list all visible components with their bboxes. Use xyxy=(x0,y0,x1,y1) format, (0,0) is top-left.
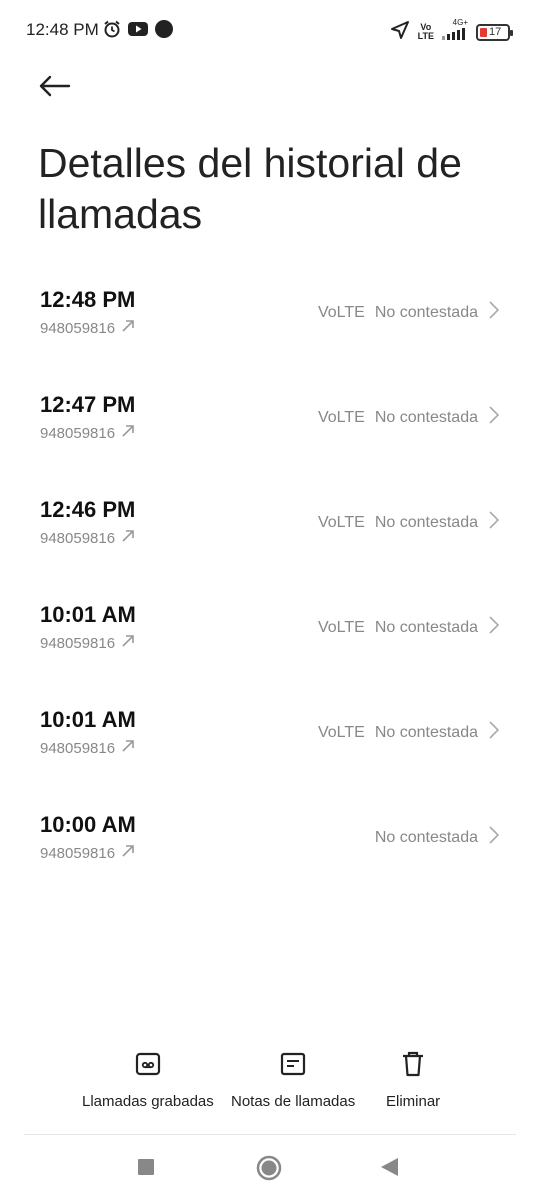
location-arrow-icon xyxy=(390,20,410,45)
youtube-icon xyxy=(128,21,148,42)
call-row[interactable]: 10:01 AM 948059816 VoLTE No contestada xyxy=(0,590,540,695)
notes-icon xyxy=(279,1050,307,1083)
call-number-line: 948059816 xyxy=(40,529,135,547)
call-details: VoLTE No contestada xyxy=(318,300,500,325)
outgoing-arrow-icon xyxy=(121,424,135,442)
call-number-line: 948059816 xyxy=(40,634,135,652)
call-number-line: 948059816 xyxy=(40,844,135,862)
recorded-calls-button[interactable]: Llamadas grabadas xyxy=(82,1050,214,1110)
volte-indicator: Vo LTE xyxy=(418,23,434,41)
recorded-calls-label: Llamadas grabadas xyxy=(82,1093,214,1110)
call-row[interactable]: 10:00 AM 948059816 No contestada xyxy=(0,800,540,905)
circle-icon xyxy=(255,1154,283,1187)
status-time: 12:48 PM xyxy=(26,20,99,39)
call-network: VoLTE xyxy=(317,618,365,636)
signal-icon xyxy=(442,27,468,45)
chevron-right-icon xyxy=(488,300,500,325)
call-details: VoLTE No contestada xyxy=(318,510,500,535)
call-number: 948059816 xyxy=(40,634,116,652)
delete-label: Eliminar xyxy=(386,1093,441,1110)
call-details: No contestada xyxy=(365,825,500,850)
chevron-right-icon xyxy=(488,510,500,535)
call-time: 10:01 AM xyxy=(40,602,136,627)
call-network: VoLTE xyxy=(317,513,365,531)
call-number: 948059816 xyxy=(40,529,116,547)
outgoing-arrow-icon xyxy=(121,739,135,757)
alarm-icon xyxy=(102,19,122,44)
trash-icon xyxy=(399,1050,427,1083)
square-icon xyxy=(135,1154,157,1185)
divider xyxy=(24,1134,516,1135)
outgoing-arrow-icon xyxy=(121,529,135,547)
battery-icon: 17 xyxy=(476,23,513,41)
battery-level xyxy=(480,27,487,37)
call-network: VoLTE xyxy=(317,408,365,426)
call-status: No contestada xyxy=(374,513,478,531)
call-status: No contestada xyxy=(374,303,478,321)
call-details: VoLTE No contestada xyxy=(318,720,500,745)
call-time: 10:01 AM xyxy=(40,707,136,732)
call-list: 12:48 PM 948059816 VoLTE No contestada 1… xyxy=(0,275,540,905)
call-row[interactable]: 10:01 AM 948059816 VoLTE No contestada xyxy=(0,695,540,800)
call-status: No contestada xyxy=(374,723,478,741)
recording-icon xyxy=(134,1050,162,1083)
battery-text: 17 xyxy=(489,26,502,38)
call-number: 948059816 xyxy=(40,844,116,862)
call-time: 12:47 PM xyxy=(40,392,136,417)
call-number-line: 948059816 xyxy=(40,424,135,442)
call-time: 12:48 PM xyxy=(40,287,136,312)
call-row[interactable]: 12:48 PM 948059816 VoLTE No contestada xyxy=(0,275,540,380)
dot-icon xyxy=(154,19,174,44)
call-status: No contestada xyxy=(374,618,478,636)
call-network: VoLTE xyxy=(317,303,365,321)
call-status: No contestada xyxy=(374,828,478,846)
call-number-line: 948059816 xyxy=(40,739,135,757)
call-network: VoLTE xyxy=(317,723,365,741)
back-button[interactable] xyxy=(36,70,72,106)
call-status: No contestada xyxy=(374,408,478,426)
call-number-line: 948059816 xyxy=(40,319,135,337)
status-right-icons: Vo LTE 4G+ 17 xyxy=(390,19,513,45)
chevron-right-icon xyxy=(488,615,500,640)
chevron-right-icon xyxy=(488,825,500,850)
back-nav-button[interactable] xyxy=(378,1154,400,1185)
volte-bottom-label: LTE xyxy=(417,31,434,41)
bottom-actions: Llamadas grabadas Notas de llamadas Elim… xyxy=(0,1050,540,1120)
recents-button[interactable] xyxy=(135,1154,157,1185)
call-number: 948059816 xyxy=(40,424,116,442)
call-row[interactable]: 12:46 PM 948059816 VoLTE No contestada xyxy=(0,485,540,590)
chevron-right-icon xyxy=(488,720,500,745)
call-time: 12:46 PM xyxy=(40,497,136,522)
call-details: VoLTE No contestada xyxy=(318,615,500,640)
status-bar: 12:48 PM Vo LTE 4G+ 17 xyxy=(0,0,540,60)
call-notes-label: Notas de llamadas xyxy=(231,1093,356,1110)
signal-type-label: 4G+ xyxy=(452,18,468,27)
call-time: 10:00 AM xyxy=(40,812,136,837)
outgoing-arrow-icon xyxy=(121,319,135,337)
status-left-icons xyxy=(102,19,174,44)
nav-bar xyxy=(0,1140,540,1200)
outgoing-arrow-icon xyxy=(121,634,135,652)
call-details: VoLTE No contestada xyxy=(318,405,500,430)
signal-indicator: 4G+ xyxy=(442,19,468,45)
call-number: 948059816 xyxy=(40,319,116,337)
call-notes-button[interactable]: Notas de llamadas xyxy=(231,1050,355,1110)
page-title: Detalles del historial de llamadas xyxy=(38,140,462,237)
home-button[interactable] xyxy=(255,1154,283,1187)
chevron-right-icon xyxy=(488,405,500,430)
arrow-left-icon xyxy=(37,74,71,103)
delete-button[interactable]: Eliminar xyxy=(386,1050,440,1110)
call-row[interactable]: 12:47 PM 948059816 VoLTE No contestada xyxy=(0,380,540,485)
call-number: 948059816 xyxy=(40,739,116,757)
triangle-back-icon xyxy=(378,1154,400,1185)
outgoing-arrow-icon xyxy=(121,844,135,862)
